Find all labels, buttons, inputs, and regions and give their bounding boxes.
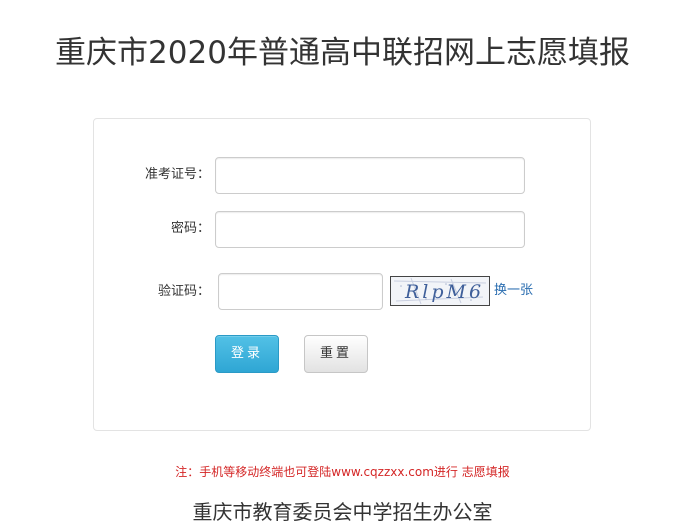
captcha-input[interactable] — [218, 273, 383, 310]
mobile-note: 注：手机等移动终端也可登陆www.cqzzxx.com进行 志愿填报 — [175, 465, 510, 479]
reset-button[interactable]: 重置 — [304, 335, 368, 373]
captcha-label: 验证码： — [157, 284, 210, 299]
refresh-captcha-link[interactable]: 换一张 — [494, 283, 533, 299]
login-panel: 准考证号： 密码： 验证码： RlpM6 换一张 登录 重置 — [93, 118, 591, 431]
captcha-noise: RlpM6 — [393, 277, 487, 305]
page-title: 重庆市2020年普通高中联招网上志愿填报 — [55, 35, 630, 71]
exam-id-label: 准考证号： — [144, 167, 210, 182]
footer-org: 重庆市教育委员会中学招生办公室 — [192, 500, 493, 524]
password-input[interactable] — [215, 211, 525, 248]
login-button[interactable]: 登录 — [215, 335, 279, 373]
captcha-text: RlpM6 — [404, 281, 484, 303]
exam-id-input[interactable] — [215, 157, 525, 194]
password-label: 密码： — [170, 221, 210, 236]
captcha-image[interactable]: RlpM6 — [390, 276, 490, 306]
